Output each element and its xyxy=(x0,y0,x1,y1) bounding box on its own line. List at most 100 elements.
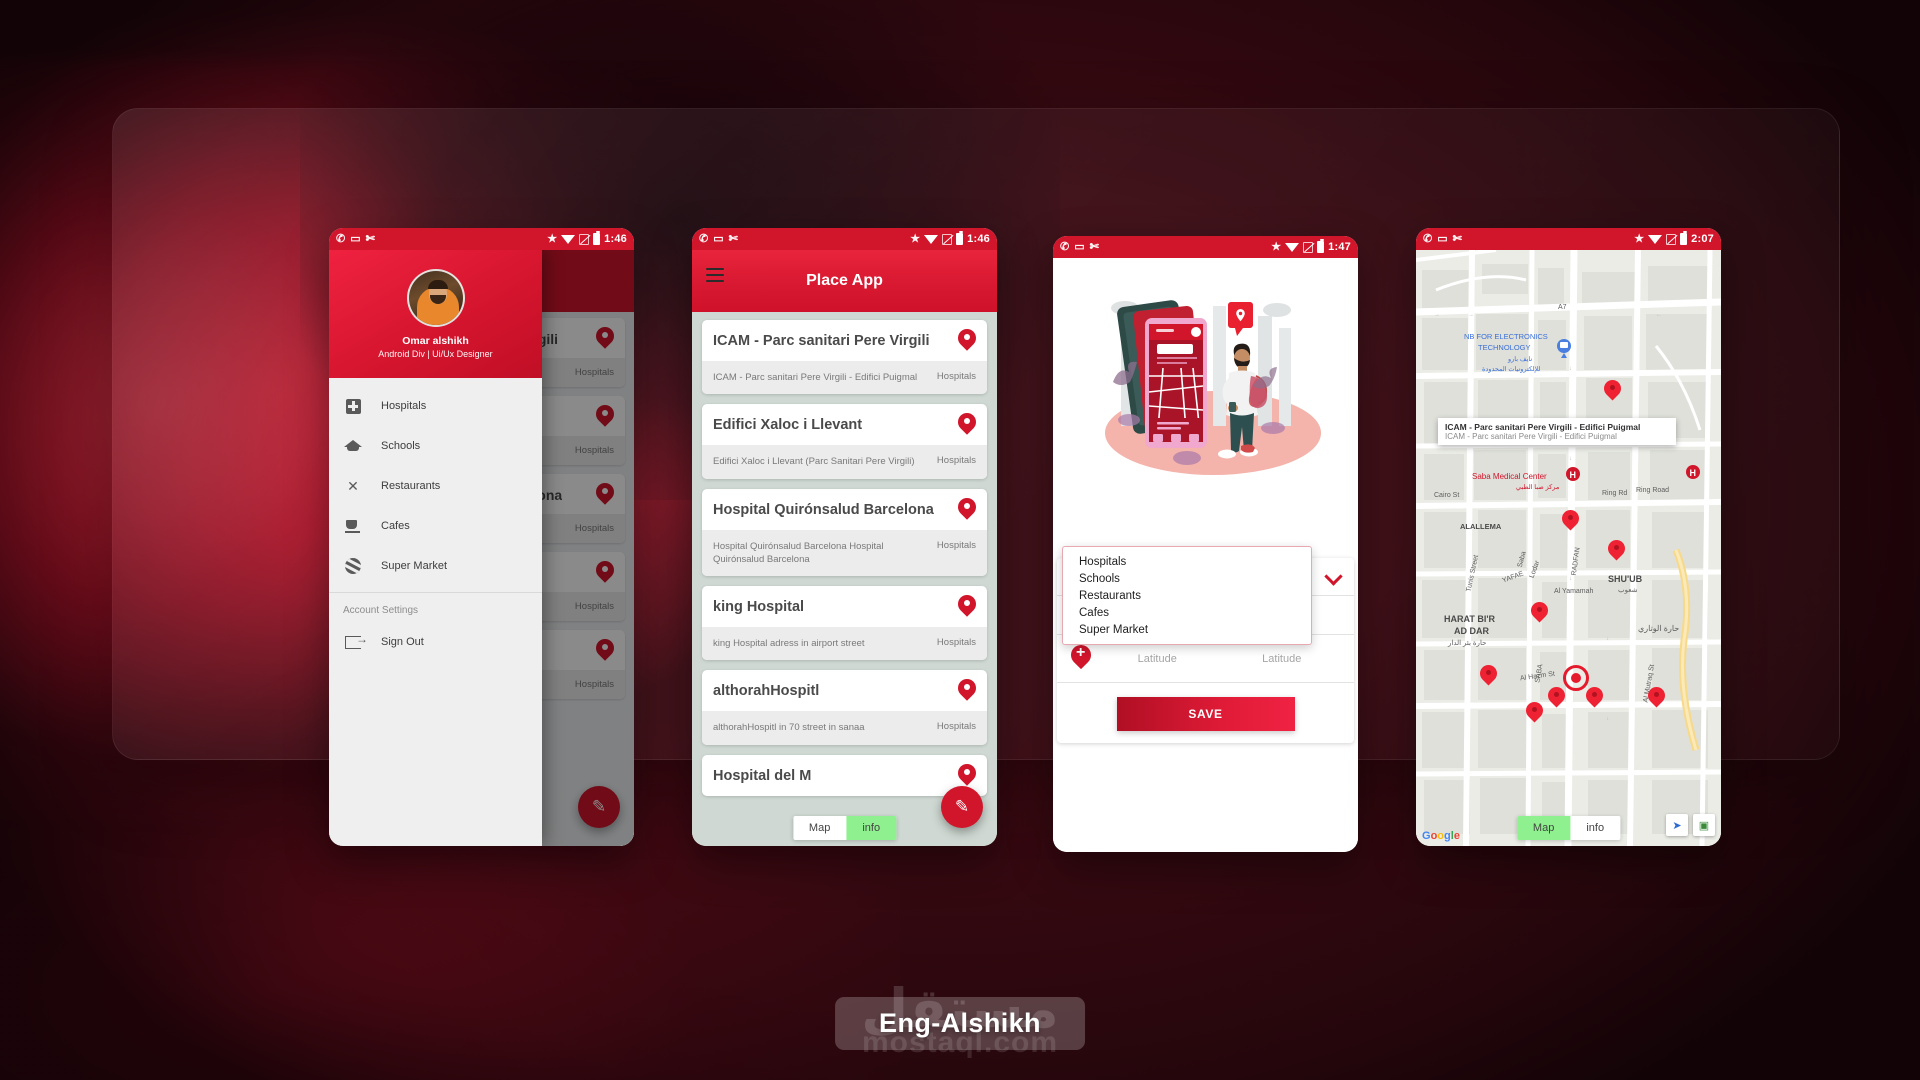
svg-text:↓: ↓ xyxy=(1569,576,1572,582)
map-marker[interactable] xyxy=(1604,380,1621,403)
sign-out-icon xyxy=(343,632,368,652)
signal-off-icon xyxy=(942,233,953,245)
mute-icon: ✄ xyxy=(365,232,375,245)
map-label: Al Yamamah xyxy=(1554,588,1594,595)
location-pin-icon xyxy=(958,679,976,703)
author-badge: Eng-Alshikh xyxy=(835,997,1085,1050)
map-label: Saba Medical Center xyxy=(1472,472,1547,481)
latitude-field[interactable]: Latitude xyxy=(1099,653,1216,665)
list-item[interactable]: Edifici Xaloc i Llevant Edifici Xaloc i … xyxy=(702,404,987,479)
status-time: 2:07 xyxy=(1691,233,1714,245)
card-address: althorahHospitl in 70 street in sanaa xyxy=(713,722,865,734)
card-category: Hospitals xyxy=(936,455,976,467)
save-button[interactable]: SAVE xyxy=(1116,697,1295,731)
svg-text:↓: ↓ xyxy=(1569,456,1572,462)
places-list[interactable]: ICAM - Parc sanitari Pere Virgili ICAM -… xyxy=(692,312,997,796)
list-item[interactable]: king Hospital king Hospital adress in ai… xyxy=(702,586,987,661)
avatar xyxy=(406,269,465,327)
hamburger-menu-icon[interactable] xyxy=(706,268,724,285)
sidebar-item-sign-out[interactable]: Sign Out xyxy=(329,622,542,662)
map-marker[interactable] xyxy=(1608,540,1625,563)
map-marker[interactable] xyxy=(1531,602,1548,625)
mute-icon: ✄ xyxy=(1452,232,1462,245)
tab-info[interactable]: info xyxy=(846,816,897,840)
phone-mockup-map: ✆ ▭ ✄ ★ 2:07 → → ← ↓ ↓ ↓ ↓ ↓ H H NB FOR … xyxy=(1416,228,1721,846)
sidebar-item-super-market[interactable]: Super Market xyxy=(329,546,542,586)
card-address: Hospital Quirónsalud Barcelona Hospital … xyxy=(713,540,884,565)
cafe-icon xyxy=(343,516,363,536)
star-icon: ★ xyxy=(1634,232,1645,245)
sidebar-item-hospitals[interactable]: Hospitals xyxy=(329,386,542,426)
card-title: Hospital del M xyxy=(713,767,812,784)
sidebar-item-label: Hospitals xyxy=(381,400,427,412)
map-marker[interactable] xyxy=(1586,687,1603,710)
card-title: king Hospital xyxy=(713,599,805,616)
map-marker[interactable] xyxy=(1526,702,1543,725)
map-label: نايف بارو xyxy=(1508,356,1533,363)
tab-info[interactable]: info xyxy=(1570,816,1620,840)
whatsapp-icon: ✆ xyxy=(336,232,346,245)
svg-text:↓: ↓ xyxy=(1606,716,1609,722)
map-marker[interactable] xyxy=(1480,665,1497,688)
mute-icon: ✄ xyxy=(728,232,738,245)
status-bar: ✆ ▭ ✄ ★ 1:46 xyxy=(692,228,997,250)
card-category: Hospitals xyxy=(936,637,976,649)
map-marker[interactable] xyxy=(1648,687,1665,710)
svg-text:H: H xyxy=(1690,468,1697,478)
my-location-icon[interactable] xyxy=(1563,665,1589,691)
map-label: حارة بئر الدار xyxy=(1448,640,1487,647)
app-bar: Place App xyxy=(692,250,997,312)
info-window-title: ICAM - Parc sanitari Pere Virgili - Edif… xyxy=(1445,422,1641,432)
status-time: 1:46 xyxy=(604,233,627,245)
card-category: Hospitals xyxy=(936,721,976,733)
google-map[interactable]: → → ← ↓ ↓ ↓ ↓ ↓ H H NB FOR ELECTRONICS TECHNO… xyxy=(1416,250,1721,846)
star-icon: ★ xyxy=(910,232,921,245)
directions-icon[interactable]: ➤ xyxy=(1666,814,1688,836)
dropdown-option-cafes[interactable]: Cafes xyxy=(1063,604,1311,621)
drawer-header: Omar alshikh Android Div | Ui/Ux Designe… xyxy=(329,250,542,378)
category-dropdown[interactable]: Hospitals Schools Restaurants Cafes Supe… xyxy=(1062,546,1312,645)
signal-off-icon xyxy=(1666,233,1677,245)
list-item[interactable]: Hospital Quirónsalud Barcelona Hospital … xyxy=(702,488,987,577)
dropdown-option-restaurants[interactable]: Restaurants xyxy=(1063,587,1311,604)
signal-off-icon xyxy=(1303,241,1314,253)
restaurant-icon: ✕ xyxy=(347,477,359,494)
tab-map[interactable]: Map xyxy=(793,816,846,840)
image-icon: ▭ xyxy=(1074,240,1085,253)
list-item[interactable]: althorahHospitl althorahHospitl in 70 st… xyxy=(702,670,987,745)
sidebar-item-cafes[interactable]: Cafes xyxy=(329,506,542,546)
map-label: حارة الوتاري xyxy=(1638,624,1680,633)
svg-text:←: ← xyxy=(1656,312,1662,318)
longitude-field[interactable]: Latitude xyxy=(1224,653,1341,665)
layers-icon[interactable]: ▣ xyxy=(1693,814,1715,836)
tab-map[interactable]: Map xyxy=(1516,816,1571,840)
star-icon: ★ xyxy=(1271,240,1282,253)
status-bar: ✆ ▭ ✄ ★ 1:46 xyxy=(329,228,634,250)
add-location-pin-icon[interactable] xyxy=(1071,644,1091,672)
list-item[interactable]: Hospital del M xyxy=(702,754,987,796)
sidebar-item-label: Super Market xyxy=(381,560,448,572)
school-icon xyxy=(343,436,363,456)
sidebar-item-label: Cafes xyxy=(381,520,410,532)
status-bar: ✆ ▭ ✄ ★ 2:07 xyxy=(1416,228,1721,250)
whatsapp-icon: ✆ xyxy=(1423,232,1433,245)
map-marker[interactable] xyxy=(1562,510,1579,533)
dropdown-option-schools[interactable]: Schools xyxy=(1063,570,1311,587)
page-title: Place App xyxy=(806,272,883,289)
map-info-window[interactable]: ICAM - Parc sanitari Pere Virgili - Edif… xyxy=(1438,418,1676,445)
wifi-icon xyxy=(1285,242,1300,252)
map-label: ALALLEMA xyxy=(1460,522,1502,531)
whatsapp-icon: ✆ xyxy=(699,232,709,245)
map-marker[interactable] xyxy=(1548,687,1565,710)
list-item[interactable]: ICAM - Parc sanitari Pere Virgili ICAM -… xyxy=(702,320,987,395)
svg-text:→: → xyxy=(1468,312,1474,318)
wifi-icon xyxy=(924,234,939,244)
chevron-down-icon[interactable] xyxy=(1324,567,1343,586)
sidebar-item-restaurants[interactable]: ✕ Restaurants xyxy=(329,466,542,506)
dropdown-option-hospitals[interactable]: Hospitals xyxy=(1063,553,1311,570)
add-place-fab[interactable]: ✎ xyxy=(941,786,983,828)
wifi-icon xyxy=(561,234,576,244)
sidebar-item-schools[interactable]: Schools xyxy=(329,426,542,466)
card-category: Hospitals xyxy=(936,371,976,382)
dropdown-option-super-market[interactable]: Super Market xyxy=(1063,621,1311,638)
